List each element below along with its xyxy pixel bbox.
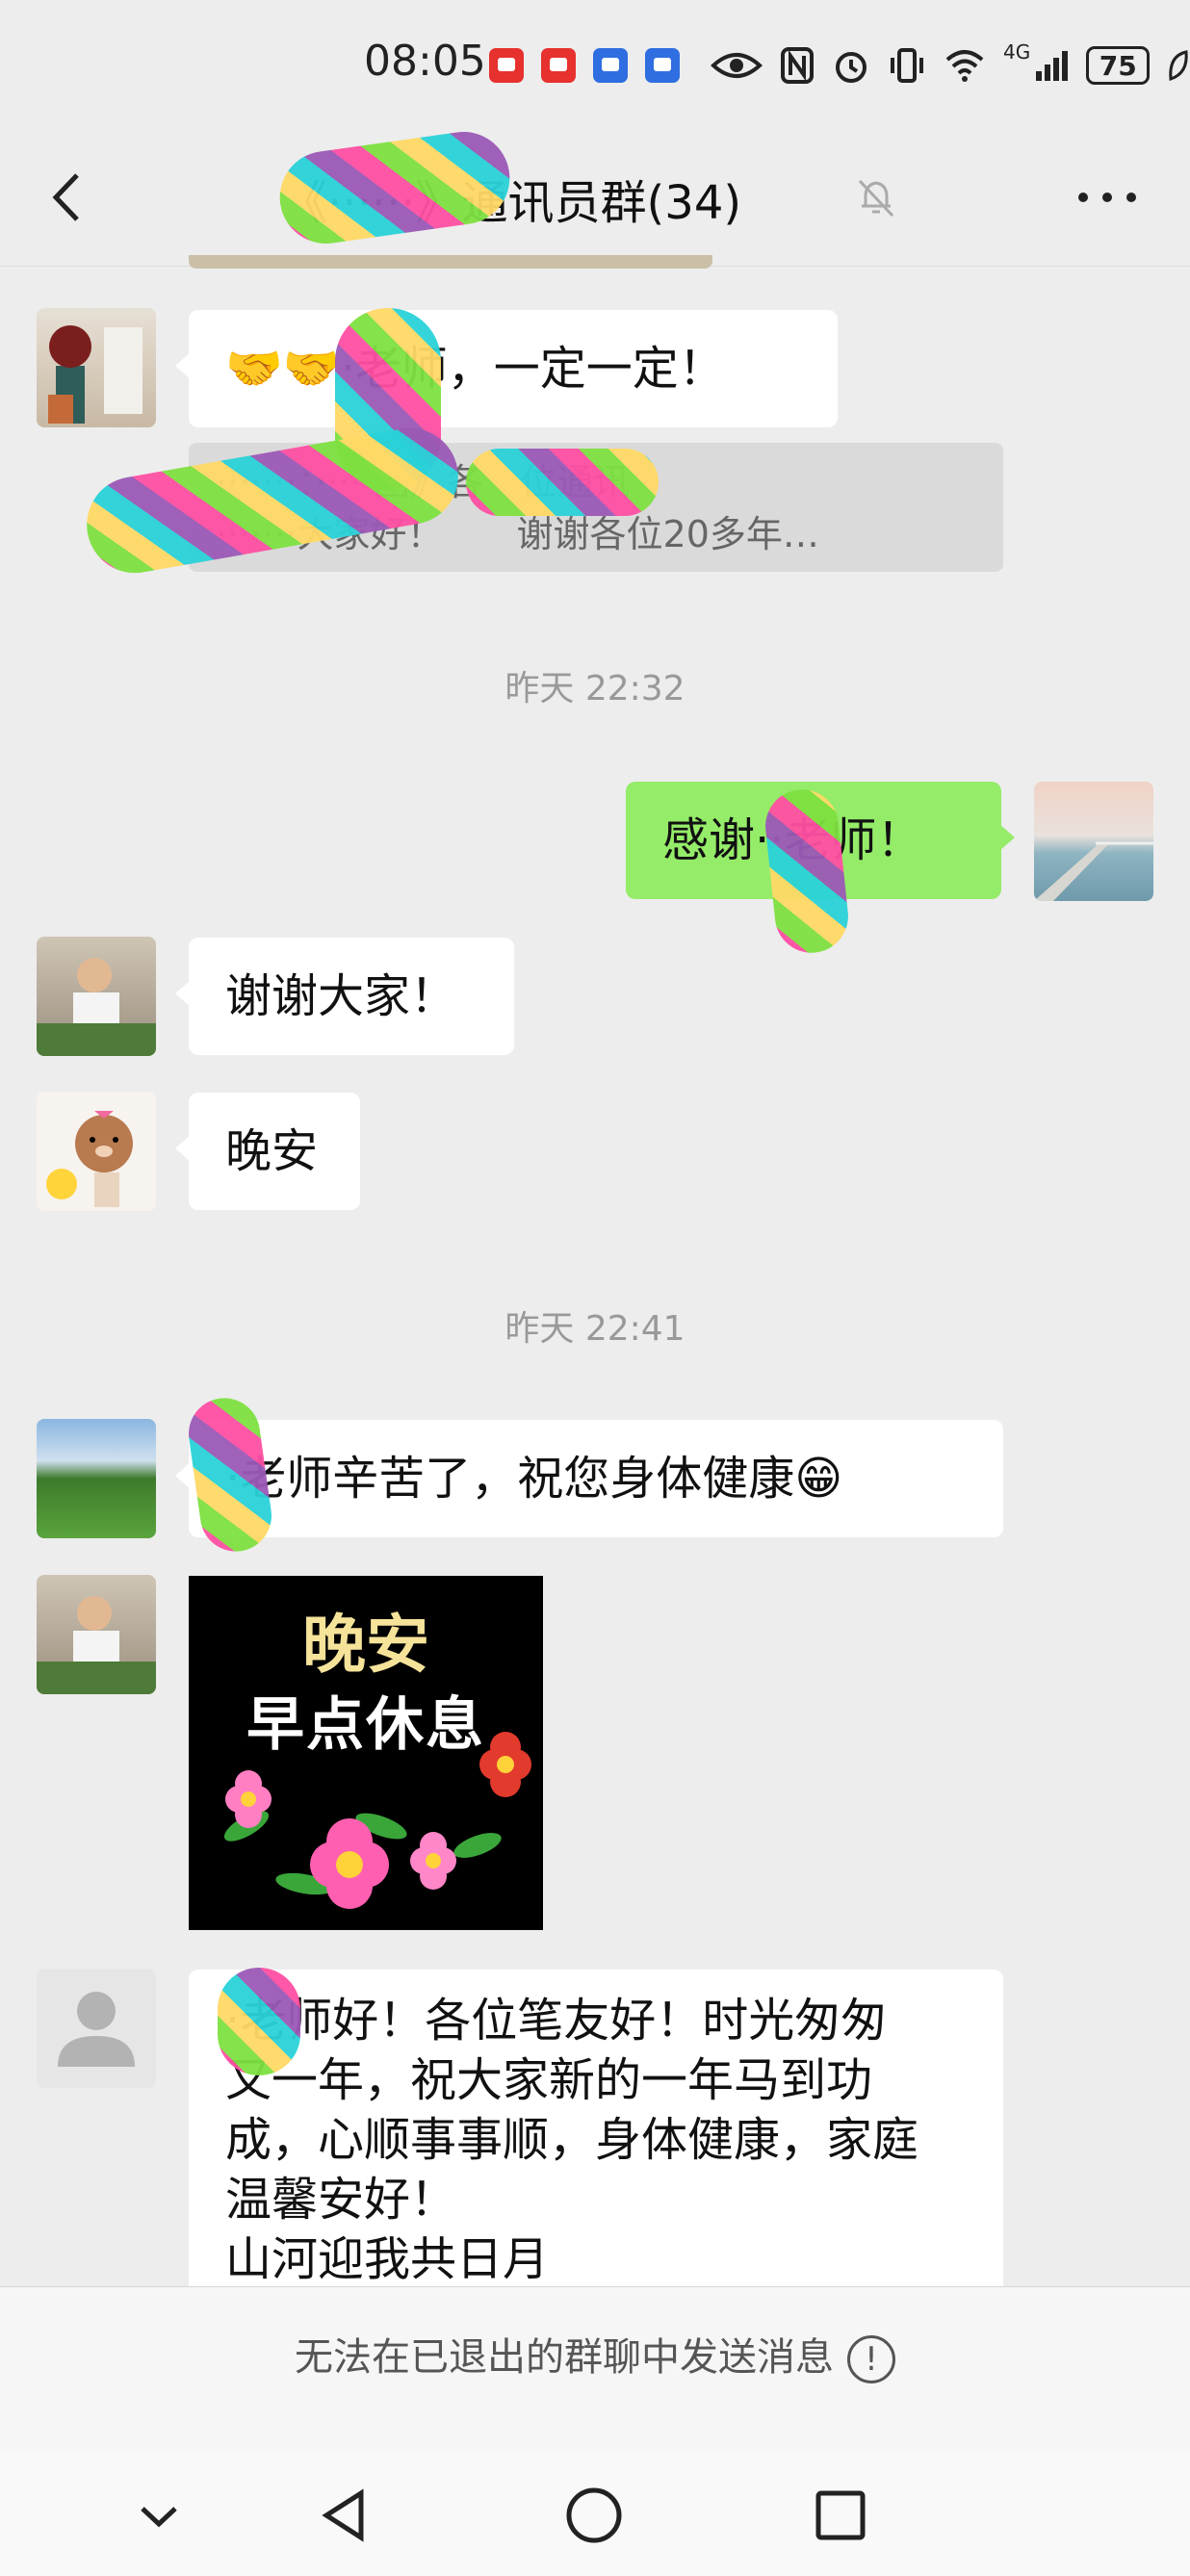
message-bubble[interactable]: 谢谢大家！ — [175, 938, 514, 1055]
redaction-scribble — [466, 449, 659, 516]
timestamp: 昨天 22:32 — [504, 669, 686, 708]
status-time: 08:05 — [364, 37, 486, 86]
battery-level: 75 — [1099, 49, 1137, 82]
message-line: 温馨安好！ — [225, 2173, 457, 2227]
back-triangle-icon[interactable] — [311, 2482, 378, 2549]
left-group-notice: 无法在已退出的群聊中发送消息! — [0, 2326, 1190, 2383]
default-avatar-icon — [58, 1992, 135, 2067]
bell-off-icon — [858, 179, 894, 218]
avatar[interactable] — [37, 1419, 156, 1538]
more-horizontal-icon[interactable] — [1074, 178, 1141, 217]
message-text: 🤝🤝·老师，一定一定！ — [225, 342, 725, 396]
app-notification-icon — [541, 48, 576, 83]
avatar[interactable] — [1034, 782, 1153, 901]
alert-circle-icon[interactable]: ! — [847, 2335, 895, 2383]
network-type: 4G — [1003, 40, 1031, 64]
message-line: 又一年，祝大家新的一年马到功 — [225, 2053, 873, 2107]
vibrate-icon — [891, 48, 923, 83]
message-text: ·老师辛苦了，祝您身体健康😁 — [225, 1452, 843, 1506]
message-bubble[interactable]: ·老师好！各位笔友好！时光匆匆 又一年，祝大家新的一年马到功 成，心顺事事顺，身… — [189, 1970, 1003, 2286]
alarm-icon — [836, 52, 867, 83]
app-notification-icon — [489, 48, 524, 83]
system-nav-bar — [0, 2451, 1190, 2576]
battery-icon: 75 — [1086, 46, 1151, 85]
leaf-icon — [1169, 50, 1188, 82]
chat-header: 《······》通讯员群(34) — [0, 125, 1190, 267]
timestamp: 昨天 22:41 — [504, 1309, 686, 1349]
avatar[interactable] — [37, 937, 156, 1056]
image-message[interactable]: 晚安 早点休息 — [189, 1576, 543, 1930]
wifi-icon — [945, 50, 984, 82]
message-line: 山河迎我共日月 — [225, 2232, 550, 2286]
message-text: 晚安 — [225, 1124, 319, 1178]
app-notification-icon — [593, 48, 628, 83]
chevron-left-icon[interactable] — [39, 164, 96, 231]
message-bubble[interactable]: 🤝🤝·老师，一定一定！ — [175, 310, 838, 427]
nfc-icon — [781, 47, 814, 84]
input-disabled-bar: 无法在已退出的群聊中发送消息! — [0, 2286, 1190, 2451]
message-bubble[interactable]: 晚安 — [175, 1093, 360, 1210]
flowers-illustration — [223, 1732, 531, 1909]
message-line: ·老师好！各位笔友好！时光匆匆 — [225, 1994, 888, 2048]
collapse-icon[interactable] — [125, 2482, 193, 2549]
app-notification-icon — [645, 48, 680, 83]
eye-icon — [711, 53, 763, 78]
avatar[interactable] — [37, 308, 156, 427]
notice-text: 无法在已退出的群聊中发送消息 — [295, 2335, 834, 2380]
signal-icon — [1036, 51, 1069, 81]
home-circle-icon[interactable] — [560, 2482, 628, 2549]
avatar[interactable] — [37, 1575, 156, 1694]
status-bar: 08:05 4G 75 — [0, 0, 1190, 130]
message-line: 成，心顺事事顺，身体健康，家庭 — [225, 2113, 919, 2167]
redaction-scribble — [218, 1968, 300, 2075]
avatar[interactable] — [37, 1969, 156, 2088]
message-text: 谢谢大家！ — [225, 969, 457, 1023]
message-bubble[interactable]: ·老师辛苦了，祝您身体健康😁 — [175, 1420, 1003, 1537]
avatar[interactable] — [37, 1092, 156, 1211]
image-bubble-edge — [189, 255, 712, 269]
recents-square-icon[interactable] — [807, 2482, 874, 2549]
